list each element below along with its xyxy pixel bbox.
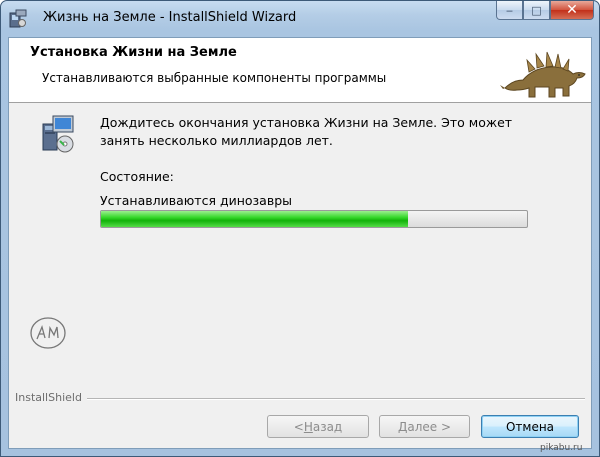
- footer-divider: [87, 398, 585, 400]
- banner-subtitle: Устанавливаются выбранные компоненты про…: [42, 71, 387, 85]
- next-button[interactable]: Далее >: [379, 415, 470, 438]
- wait-message: Дождитесь окончания установка Жизни на З…: [100, 115, 513, 148]
- caption-buttons: ‒ □ ✕: [496, 1, 594, 22]
- close-icon: ✕: [566, 2, 578, 18]
- back-button[interactable]: < Назад: [267, 415, 369, 438]
- back-button-accesskey: Н: [303, 419, 313, 434]
- status-label: Состояние:: [100, 169, 174, 184]
- installer-icon: [9, 9, 27, 28]
- back-button-label: азад: [312, 419, 343, 434]
- cancel-button-label: Отмена: [505, 419, 555, 434]
- window-title: Жизнь на Земле - InstallShield Wizard: [43, 10, 297, 25]
- minimize-icon: ‒: [506, 3, 513, 17]
- maximize-icon: □: [531, 3, 542, 17]
- wizard-banner: Установка Жизни на Земле Устанавливаются…: [9, 38, 591, 103]
- installer-window: Жизнь на Земле - InstallShield Wizard ‒ …: [0, 0, 600, 457]
- next-button-label: алее >: [407, 419, 452, 434]
- site-watermark: pikabu.ru: [540, 443, 583, 453]
- title-bar[interactable]: Жизнь на Земле - InstallShield Wizard ‒ …: [1, 1, 599, 37]
- minimize-button[interactable]: ‒: [496, 1, 523, 20]
- status-value: Устанавливаются динозавры: [100, 193, 293, 208]
- install-progress-bar: [100, 210, 528, 228]
- back-button-prefix: <: [293, 419, 304, 434]
- wizard-client-area: Установка Жизни на Земле Устанавливаются…: [8, 37, 592, 449]
- stegosaurus-image: [500, 51, 586, 98]
- progress-fill: [101, 211, 408, 227]
- installshield-brand: InstallShield: [15, 391, 86, 404]
- cancel-button[interactable]: Отмена: [481, 415, 579, 438]
- maximize-button[interactable]: □: [523, 1, 550, 20]
- handwritten-stamp: [30, 317, 66, 349]
- close-button[interactable]: ✕: [550, 1, 594, 20]
- installer-computer-icon: [42, 115, 74, 153]
- banner-title: Установка Жизни на Земле: [30, 45, 237, 60]
- next-button-accesskey: Д: [397, 419, 408, 434]
